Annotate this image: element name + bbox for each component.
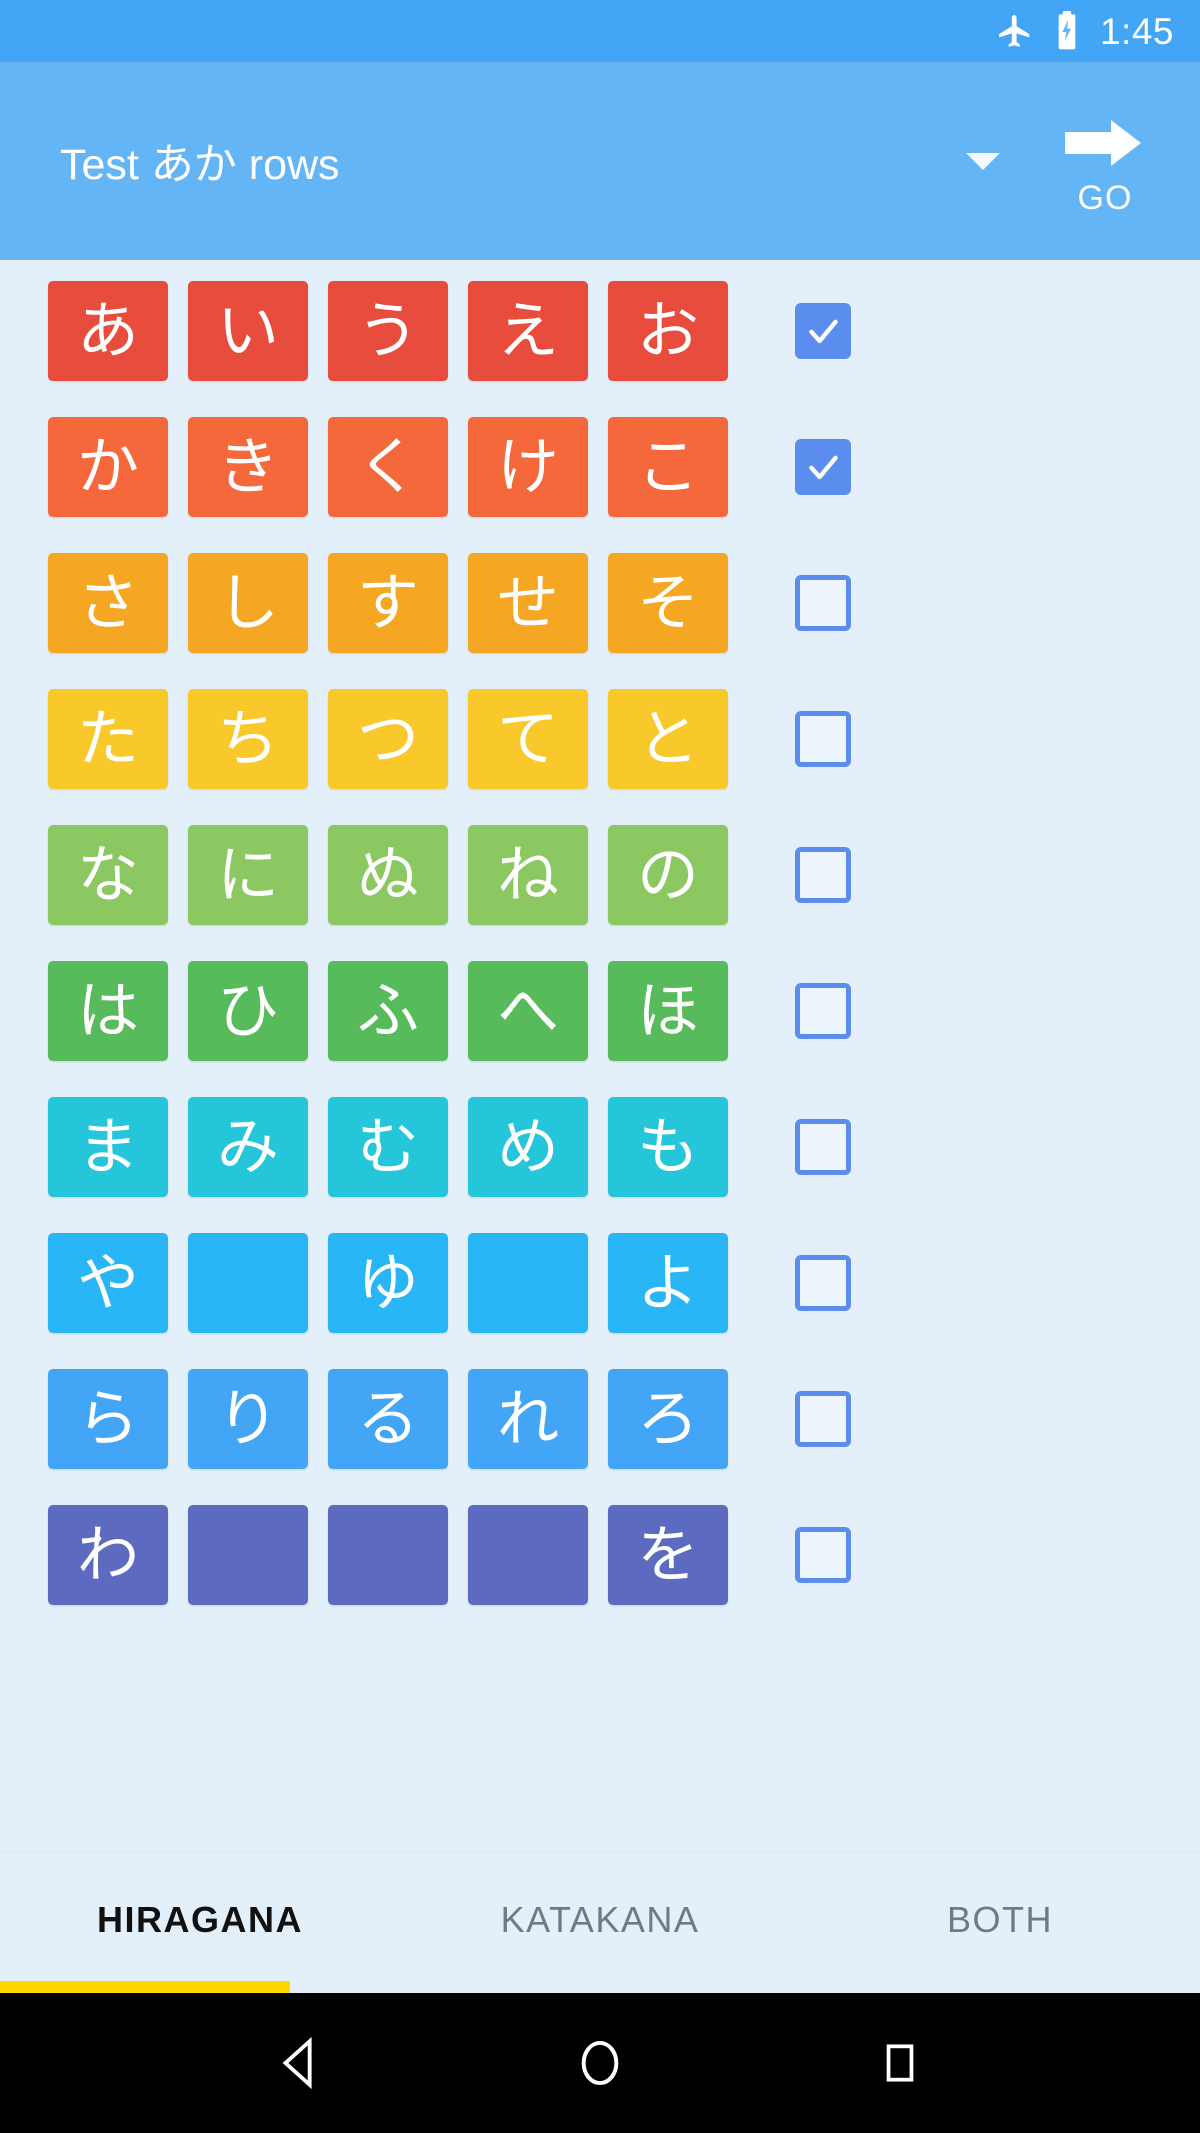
kana-tile[interactable]: り xyxy=(188,1369,308,1469)
kana-tile[interactable]: ね xyxy=(468,825,588,925)
kana-tile[interactable]: わ xyxy=(48,1505,168,1605)
row-checkbox-sa-row[interactable] xyxy=(795,575,851,631)
kana-tile[interactable]: き xyxy=(188,417,308,517)
tab-bar: HIRAGANA KATAKANA BOTH xyxy=(0,1851,1200,1993)
kana-tile-empty xyxy=(188,1233,308,1333)
kana-tile[interactable]: よ xyxy=(608,1233,728,1333)
kana-tile[interactable]: く xyxy=(328,417,448,517)
go-button-label: GO xyxy=(1077,178,1133,217)
tab-indicator xyxy=(0,1981,290,1993)
app-root: 1:45 Test あか rows GO あいうえおかきくけこさしすせそたちつて… xyxy=(0,0,1200,2133)
kana-tile[interactable]: し xyxy=(188,553,308,653)
tab-hiragana[interactable]: HIRAGANA xyxy=(0,1899,400,1947)
kana-tile-empty xyxy=(188,1505,308,1605)
row-checkbox-na-row[interactable] xyxy=(795,847,851,903)
kana-tile[interactable]: の xyxy=(608,825,728,925)
kana-tile[interactable]: う xyxy=(328,281,448,381)
go-button[interactable]: GO xyxy=(1030,62,1180,260)
kana-row-ya-row: やゆよ xyxy=(0,1224,1200,1342)
kana-tile[interactable]: る xyxy=(328,1369,448,1469)
airplane-mode-icon xyxy=(996,12,1034,50)
kana-tile[interactable]: を xyxy=(608,1505,728,1605)
kana-row-sa-row: さしすせそ xyxy=(0,544,1200,662)
kana-tile[interactable]: む xyxy=(328,1097,448,1197)
kana-row-ra-row: らりるれろ xyxy=(0,1360,1200,1478)
kana-tile[interactable]: そ xyxy=(608,553,728,653)
spinner-selected-value: Test あか rows xyxy=(60,141,340,189)
kana-tile[interactable]: な xyxy=(48,825,168,925)
home-circle-icon[interactable] xyxy=(545,2008,655,2118)
kana-row-ka-row: かきくけこ xyxy=(0,408,1200,526)
row-checkbox-wa-row[interactable] xyxy=(795,1527,851,1583)
kana-row-ma-row: まみむめも xyxy=(0,1088,1200,1206)
kana-tile[interactable]: み xyxy=(188,1097,308,1197)
back-triangle-icon[interactable] xyxy=(245,2008,355,2118)
kana-tile[interactable]: ち xyxy=(188,689,308,789)
row-checkbox-ya-row[interactable] xyxy=(795,1255,851,1311)
tab-both[interactable]: BOTH xyxy=(800,1899,1200,1947)
kana-tile[interactable]: は xyxy=(48,961,168,1061)
kana-tile[interactable]: ほ xyxy=(608,961,728,1061)
kana-tile[interactable]: か xyxy=(48,417,168,517)
kana-tile[interactable]: ろ xyxy=(608,1369,728,1469)
row-checkbox-ma-row[interactable] xyxy=(795,1119,851,1175)
toolbar: Test あか rows GO xyxy=(0,62,1200,260)
kana-tile[interactable]: て xyxy=(468,689,588,789)
kana-tile[interactable]: お xyxy=(608,281,728,381)
kana-tile[interactable]: め xyxy=(468,1097,588,1197)
tab-katakana[interactable]: KATAKANA xyxy=(400,1899,800,1947)
kana-row-na-row: なにぬねの xyxy=(0,816,1200,934)
arrow-right-icon xyxy=(1065,119,1145,179)
kana-tile[interactable]: ひ xyxy=(188,961,308,1061)
battery-charging-icon xyxy=(1052,11,1082,51)
kana-row-ta-row: たちつてと xyxy=(0,680,1200,798)
kana-tile[interactable]: れ xyxy=(468,1369,588,1469)
kana-tile[interactable]: ふ xyxy=(328,961,448,1061)
kana-tile[interactable]: ま xyxy=(48,1097,168,1197)
kana-tile[interactable]: た xyxy=(48,689,168,789)
kana-tile[interactable]: け xyxy=(468,417,588,517)
kana-tile[interactable]: こ xyxy=(608,417,728,517)
kana-tile[interactable]: ゆ xyxy=(328,1233,448,1333)
kana-row-a-row: あいうえお xyxy=(0,272,1200,390)
kana-tile-empty xyxy=(468,1505,588,1605)
kana-tile[interactable]: へ xyxy=(468,961,588,1061)
row-checkbox-ka-row[interactable] xyxy=(795,439,851,495)
kana-tile[interactable]: と xyxy=(608,689,728,789)
row-checkbox-ta-row[interactable] xyxy=(795,711,851,767)
android-nav-bar xyxy=(0,1993,1200,2133)
kana-tile[interactable]: も xyxy=(608,1097,728,1197)
kana-row-wa-row: わを xyxy=(0,1496,1200,1614)
kana-tile[interactable]: せ xyxy=(468,553,588,653)
kana-tile[interactable]: え xyxy=(468,281,588,381)
kana-row-ha-row: はひふへほ xyxy=(0,952,1200,1070)
kana-tile[interactable]: さ xyxy=(48,553,168,653)
kana-grid: あいうえおかきくけこさしすせそたちつてとなにぬねのはひふへほまみむめもや ゆ よらり… xyxy=(0,260,1200,1851)
status-bar: 1:45 xyxy=(0,0,1200,62)
kana-tile[interactable]: あ xyxy=(48,281,168,381)
kana-tile[interactable]: ら xyxy=(48,1369,168,1469)
kana-tile[interactable]: す xyxy=(328,553,448,653)
recents-square-icon[interactable] xyxy=(845,2008,955,2118)
kana-tile-empty xyxy=(328,1505,448,1605)
kana-tile-empty xyxy=(468,1233,588,1333)
row-checkbox-a-row[interactable] xyxy=(795,303,851,359)
row-checkbox-ra-row[interactable] xyxy=(795,1391,851,1447)
chevron-down-icon xyxy=(966,152,1000,170)
row-checkbox-ha-row[interactable] xyxy=(795,983,851,1039)
kana-tile[interactable]: に xyxy=(188,825,308,925)
kana-tile[interactable]: ぬ xyxy=(328,825,448,925)
kana-tile[interactable]: い xyxy=(188,281,308,381)
test-set-spinner[interactable]: Test あか rows xyxy=(0,62,1030,260)
status-bar-clock: 1:45 xyxy=(1099,10,1174,52)
kana-tile[interactable]: や xyxy=(48,1233,168,1333)
kana-tile[interactable]: つ xyxy=(328,689,448,789)
